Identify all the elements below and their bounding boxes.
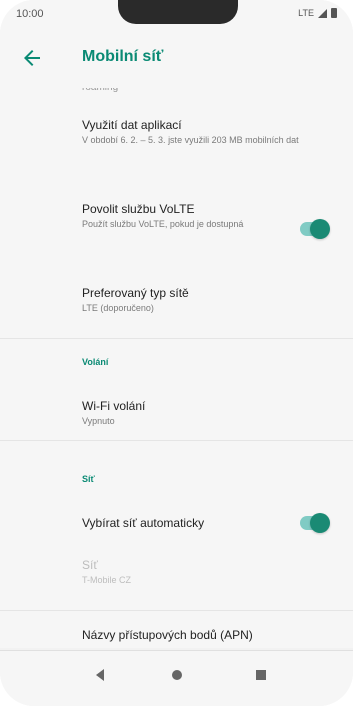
list-item-wifi-calling[interactable]: Wi-Fi volání Vypnuto [82,399,322,427]
status-bar: 10:00 LTE [0,0,353,30]
item-title: Využití dat aplikací [82,118,182,132]
triangle-back-icon[interactable] [96,669,104,681]
list-item-volte[interactable]: Povolit službu VoLTE Použít službu VoLTE… [82,202,282,230]
item-subtitle: LTE (doporučeno) [82,303,154,313]
signal-icon [318,8,327,18]
circle-home-icon[interactable] [172,670,182,680]
item-title: Síť [82,558,98,572]
auto-network-toggle[interactable] [300,513,330,533]
item-title: Vybírat síť automaticky [82,516,205,530]
list-item-network: Síť T-Mobile CZ [82,558,322,586]
toggle-thumb [310,513,330,533]
app-bar: Mobilní síť [0,30,353,89]
item-subtitle: V období 6. 2. – 5. 3. jste využili 203 … [82,135,299,145]
status-time: 10:00 [16,8,44,20]
item-subtitle: T-Mobile CZ [82,575,132,585]
phone-frame: 10:00 LTE Mobilní síť roaming Využití da… [0,0,353,706]
list-item-auto-network[interactable]: Vybírat síť automaticky [82,516,322,530]
navigation-bar [0,650,353,706]
arrow-left-icon[interactable] [20,46,44,70]
section-label-calls: Volání [82,357,109,367]
square-recents-icon[interactable] [256,670,266,680]
list-item-apn[interactable]: Názvy přístupových bodů (APN) [82,628,322,642]
item-title: Wi-Fi volání [82,399,146,413]
toggle-thumb [310,219,330,239]
item-subtitle: Vypnuto [82,416,115,426]
section-label-network: Síť [82,474,95,484]
network-type: LTE [298,8,314,18]
settings-list: roaming Využití dat aplikací V období 6.… [0,88,353,648]
list-item-preferred-network[interactable]: Preferovaný typ sítě LTE (doporučeno) [82,286,322,314]
list-item-app-data-usage[interactable]: Využití dat aplikací V období 6. 2. – 5.… [82,118,322,146]
section-divider [0,440,353,441]
item-title: Povolit službu VoLTE [82,202,195,216]
item-title: Názvy přístupových bodů (APN) [82,628,253,642]
clipped-previous-item: roaming [82,88,118,93]
system-icons: LTE [298,8,337,18]
divider [0,610,353,611]
volte-toggle[interactable] [300,219,330,239]
battery-icon [331,8,337,18]
camera-notch [118,0,238,24]
item-title: Preferovaný typ sítě [82,286,189,300]
section-divider [0,338,353,339]
item-subtitle: Použít službu VoLTE, pokud je dostupná [82,219,244,229]
page-title: Mobilní síť [82,48,164,65]
